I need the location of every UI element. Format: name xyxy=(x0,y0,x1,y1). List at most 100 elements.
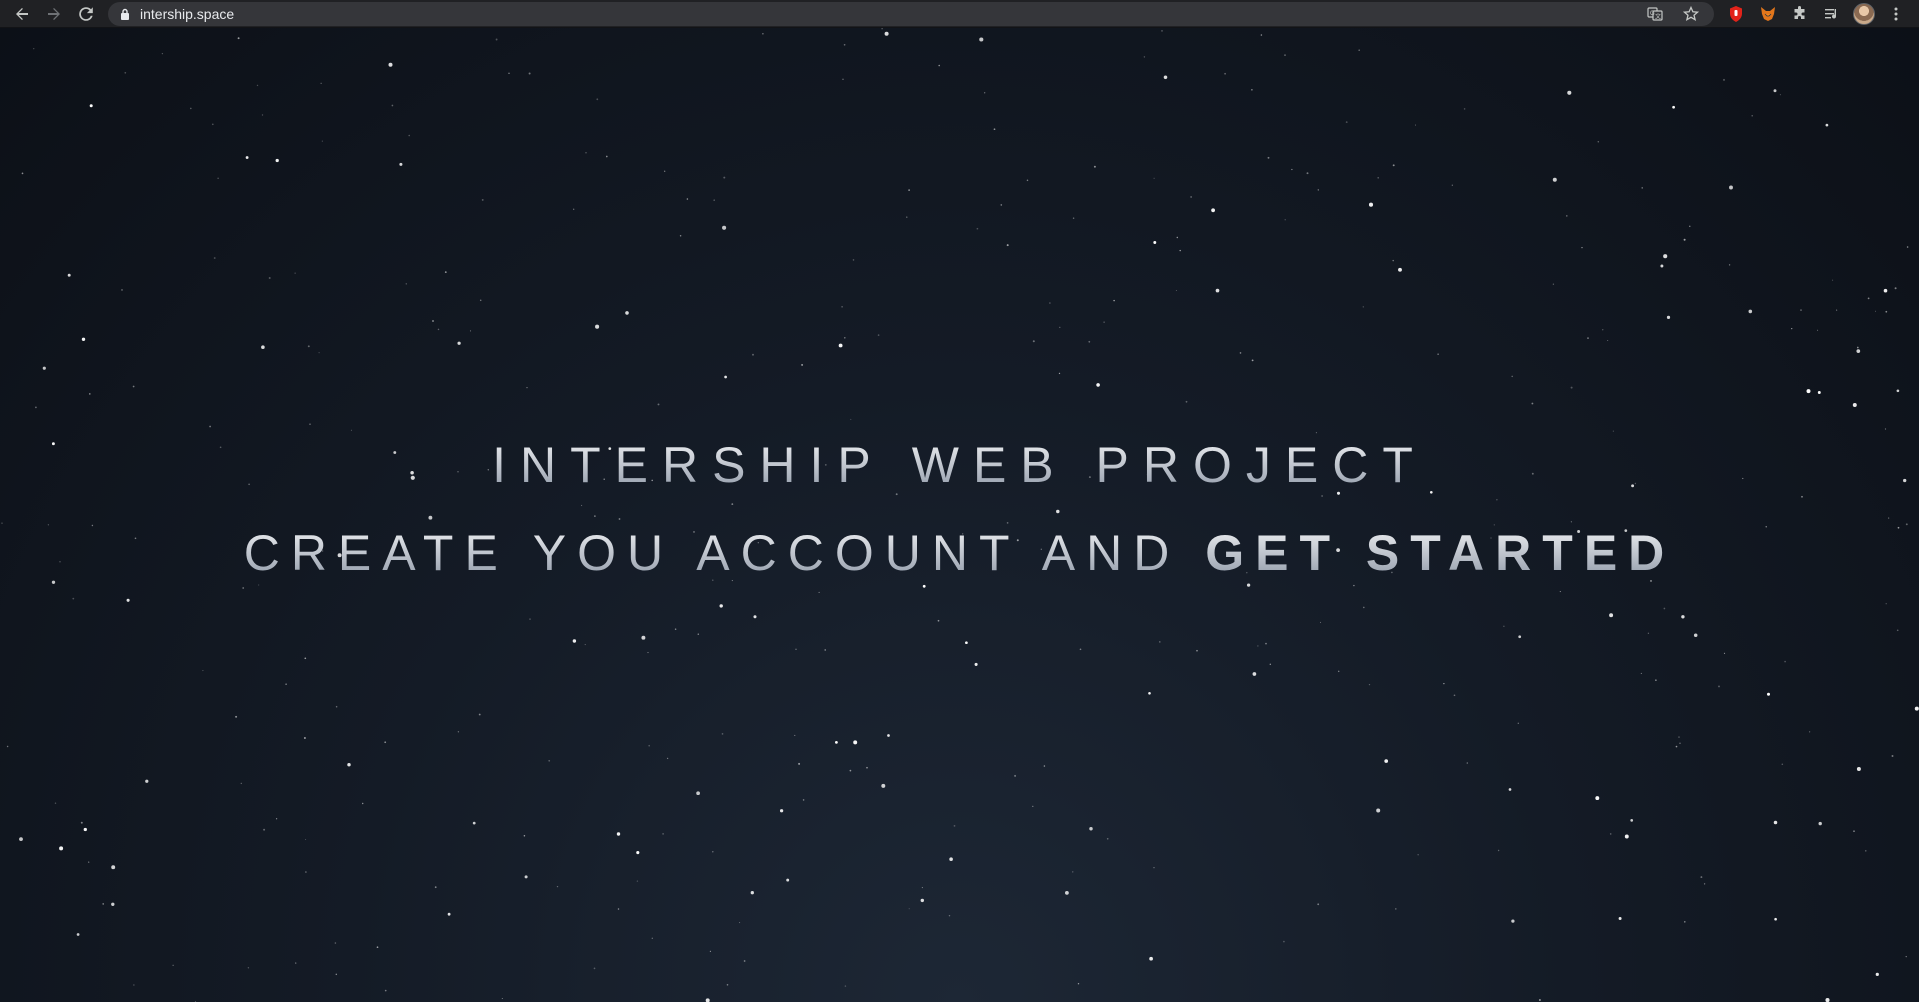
star xyxy=(447,912,451,916)
star xyxy=(1883,288,1888,293)
star xyxy=(605,155,608,158)
star xyxy=(320,82,322,84)
star xyxy=(1825,123,1829,127)
star xyxy=(835,741,838,744)
star xyxy=(752,353,754,356)
star xyxy=(19,837,23,842)
star xyxy=(616,832,621,836)
forward-button[interactable] xyxy=(38,0,70,28)
star xyxy=(1032,340,1035,343)
star xyxy=(596,98,599,101)
star xyxy=(648,744,650,747)
bookmark-button[interactable] xyxy=(1680,3,1702,25)
star xyxy=(478,713,481,716)
star xyxy=(1032,805,1034,808)
star xyxy=(457,731,460,733)
star xyxy=(1800,309,1802,311)
star xyxy=(1678,736,1680,738)
star xyxy=(572,639,577,643)
star xyxy=(190,107,192,110)
star xyxy=(1832,279,1834,281)
star xyxy=(309,423,311,425)
reload-button[interactable] xyxy=(70,0,102,28)
profile-avatar[interactable] xyxy=(1853,3,1875,25)
star xyxy=(76,933,80,936)
star xyxy=(651,937,653,939)
star xyxy=(1570,521,1572,523)
translate-button[interactable]: G文 xyxy=(1644,3,1666,25)
star xyxy=(1496,499,1498,501)
call-to-action: CREATE YOU ACCOUNT AND GET STARTED xyxy=(0,524,1919,582)
star xyxy=(111,902,115,906)
star xyxy=(384,741,387,744)
star xyxy=(664,170,666,172)
star xyxy=(437,328,440,331)
star xyxy=(1368,683,1371,686)
star xyxy=(877,334,880,336)
address-bar[interactable]: intership.space G文 xyxy=(108,2,1714,26)
star xyxy=(1284,219,1286,221)
star xyxy=(1766,692,1771,696)
star xyxy=(1693,633,1698,638)
back-button[interactable] xyxy=(6,0,38,28)
star xyxy=(261,114,264,116)
star xyxy=(974,662,978,666)
star xyxy=(1689,225,1691,227)
star xyxy=(731,503,734,505)
star xyxy=(1581,246,1583,249)
star xyxy=(641,635,646,640)
extensions-button[interactable] xyxy=(1789,3,1811,25)
star xyxy=(1153,241,1157,244)
star xyxy=(1246,583,1251,587)
star xyxy=(849,769,852,772)
browser-menu-button[interactable] xyxy=(1885,3,1907,25)
star xyxy=(1896,629,1899,632)
extension-fox-button[interactable] xyxy=(1757,3,1779,25)
star xyxy=(54,802,57,804)
star xyxy=(881,783,886,788)
star xyxy=(721,733,724,735)
starfield-background xyxy=(1,28,1919,1002)
star xyxy=(347,762,351,767)
star xyxy=(1163,75,1168,80)
star xyxy=(472,821,476,825)
star xyxy=(1190,196,1192,198)
star xyxy=(1894,287,1897,290)
star xyxy=(1093,165,1096,168)
star xyxy=(1113,299,1115,302)
extension-shield-button[interactable] xyxy=(1725,3,1747,25)
star xyxy=(72,597,75,600)
star xyxy=(1683,238,1686,241)
star xyxy=(469,330,472,332)
star xyxy=(617,908,620,910)
star xyxy=(1345,121,1348,123)
star xyxy=(1700,876,1703,879)
get-started-text[interactable]: GET STARTED xyxy=(1205,525,1675,581)
star xyxy=(1251,359,1254,362)
star xyxy=(1072,217,1075,219)
media-queue-button[interactable] xyxy=(1821,3,1843,25)
star xyxy=(304,657,307,660)
star xyxy=(976,227,979,230)
star xyxy=(1612,430,1614,432)
star xyxy=(335,973,338,976)
star xyxy=(213,257,216,259)
star xyxy=(884,31,889,36)
star xyxy=(1384,759,1389,763)
star xyxy=(1508,788,1512,791)
star xyxy=(753,615,757,619)
star xyxy=(1153,177,1155,179)
star xyxy=(1531,402,1534,405)
star xyxy=(1825,998,1830,1002)
star xyxy=(647,652,649,654)
star xyxy=(593,967,596,970)
star xyxy=(1211,208,1216,213)
star xyxy=(408,134,410,137)
star xyxy=(1283,940,1285,943)
star xyxy=(294,272,296,274)
star xyxy=(1567,90,1572,95)
star xyxy=(526,387,528,389)
star xyxy=(908,189,910,191)
cta-light-text: CREATE YOU ACCOUNT AND xyxy=(243,525,1206,581)
star xyxy=(1185,400,1188,403)
